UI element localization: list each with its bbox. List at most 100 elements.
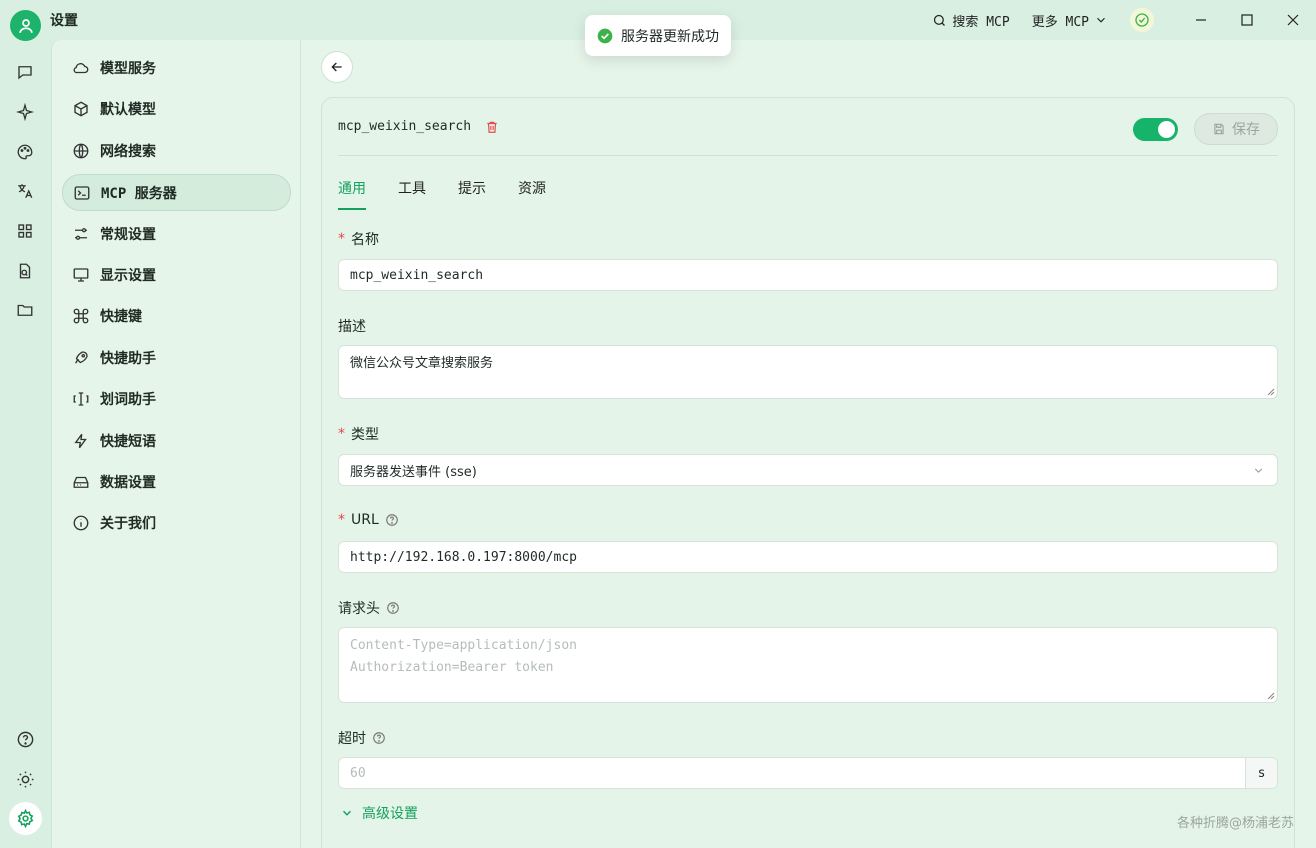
- translate-rail-button[interactable]: [13, 179, 37, 203]
- sidebar-item-label: 网络搜索: [100, 143, 156, 160]
- sidebar-item-general-settings[interactable]: 常规设置: [62, 215, 291, 252]
- window-title: 设置: [50, 13, 78, 29]
- search-mcp-button[interactable]: 搜索 MCP: [932, 11, 1010, 30]
- chevron-down-icon: [343, 810, 351, 816]
- timeout-help-button[interactable]: [372, 731, 386, 745]
- minimize-button[interactable]: [1178, 0, 1224, 40]
- gear-icon: [17, 809, 34, 828]
- maximize-icon: [1241, 14, 1253, 26]
- sparkle-icon: [16, 103, 34, 121]
- rocket-icon: [75, 350, 88, 363]
- sidebar-item-label: MCP 服务器: [101, 185, 177, 202]
- settings-rail-button[interactable]: [9, 802, 42, 835]
- cloud-icon: [73, 62, 89, 73]
- description-textarea[interactable]: 微信公众号文章搜索服务: [338, 345, 1278, 399]
- timeout-unit: s: [1245, 758, 1277, 788]
- assistant-rail-button[interactable]: [13, 100, 37, 124]
- zap-icon: [74, 433, 87, 448]
- sun-icon: [17, 771, 33, 787]
- check-circle-filled-icon: [597, 28, 613, 43]
- terminal-icon: [74, 185, 90, 200]
- advanced-settings-toggle[interactable]: 高级设置: [340, 803, 418, 823]
- sidebar-item-default-model[interactable]: 默认模型: [62, 90, 291, 127]
- type-label: * 类型: [338, 426, 379, 443]
- delete-server-button[interactable]: [485, 120, 499, 134]
- url-label: * URL: [338, 512, 399, 528]
- apps-rail-button[interactable]: [13, 219, 37, 243]
- sidebar-item-label: 关于我们: [100, 515, 156, 532]
- search-mcp-label: 搜索 MCP: [952, 14, 1010, 30]
- tab-tools[interactable]: 工具: [398, 178, 426, 210]
- headers-placeholder-line1: Content-Type=application/json: [350, 638, 577, 653]
- help-rail-button[interactable]: [13, 727, 37, 751]
- timeout-input[interactable]: 60 s: [338, 757, 1278, 789]
- settings-sidebar: 模型服务 默认模型 网络搜索 MCP 服务器 常规设置 显示设置 快捷键 快捷助…: [51, 40, 301, 848]
- server-name-title: mcp_weixin_search: [338, 119, 472, 134]
- resize-handle-icon[interactable]: [1267, 692, 1275, 700]
- sidebar-item-web-search[interactable]: 网络搜索: [62, 132, 291, 169]
- type-select[interactable]: 服务器发送事件 (sse): [338, 454, 1278, 486]
- sidebar-item-model-service[interactable]: 模型服务: [62, 49, 291, 86]
- main-panel: mcp_weixin_search 保存 通用 工具 提示 资源 * 名称 mc…: [301, 40, 1316, 848]
- sidebar-item-label: 快捷短语: [100, 433, 156, 450]
- help-circle-icon: [385, 514, 398, 526]
- headers-placeholder-line2: Authorization=Bearer token: [350, 660, 554, 675]
- user-avatar[interactable]: [10, 10, 41, 41]
- sidebar-item-mcp-servers[interactable]: MCP 服务器: [62, 174, 291, 211]
- watermark: 各种折腾@杨浦老苏: [1176, 816, 1294, 831]
- close-icon: [1287, 14, 1299, 26]
- tab-resources[interactable]: 资源: [518, 178, 546, 210]
- paint-rail-button[interactable]: [13, 140, 37, 164]
- help-circle-icon: [373, 732, 385, 744]
- headers-textarea[interactable]: Content-Type=application/json Authorizat…: [338, 627, 1278, 703]
- sidebar-item-data-settings[interactable]: 数据设置: [62, 463, 291, 500]
- back-button[interactable]: [321, 51, 353, 83]
- sidebar-item-label: 模型服务: [100, 60, 156, 77]
- theme-rail-button[interactable]: [13, 767, 37, 791]
- files-rail-button[interactable]: [13, 259, 37, 283]
- tab-prompts[interactable]: 提示: [458, 178, 486, 210]
- sidebar-item-quick-phrases[interactable]: 快捷短语: [62, 422, 291, 459]
- sidebar-item-quick-assistant[interactable]: 快捷助手: [62, 339, 291, 376]
- cube-icon: [74, 100, 88, 117]
- status-indicator[interactable]: [1130, 8, 1154, 32]
- card-header: mcp_weixin_search 保存: [338, 98, 1278, 156]
- save-icon: [1214, 123, 1224, 135]
- save-button[interactable]: 保存: [1194, 113, 1278, 145]
- server-enable-toggle[interactable]: [1133, 118, 1178, 141]
- chat-rail-button[interactable]: [13, 60, 37, 84]
- sidebar-item-selection-assistant[interactable]: 划词助手: [62, 380, 291, 417]
- required-mark: *: [338, 231, 345, 247]
- sidebar-item-label: 快捷助手: [100, 350, 156, 367]
- text-select-icon: [73, 391, 89, 406]
- maximize-button[interactable]: [1224, 0, 1270, 40]
- help-circle-icon: [387, 602, 399, 614]
- timeout-label: 超时: [338, 728, 386, 748]
- folder-rail-button[interactable]: [13, 298, 37, 322]
- grid-icon: [18, 224, 32, 238]
- headers-label: 请求头: [338, 598, 400, 618]
- tab-general[interactable]: 通用: [338, 178, 366, 210]
- sidebar-item-shortcuts[interactable]: 快捷键: [62, 297, 291, 334]
- command-icon: [73, 308, 89, 323]
- name-label: * 名称: [338, 231, 379, 248]
- sidebar-item-about[interactable]: 关于我们: [62, 504, 291, 541]
- arrow-left-icon: [331, 62, 342, 72]
- minimize-icon: [1196, 19, 1206, 21]
- sidebar-item-label: 快捷键: [100, 308, 142, 325]
- globe-icon: [73, 143, 89, 158]
- name-input[interactable]: mcp_weixin_search: [338, 259, 1278, 291]
- url-help-button[interactable]: [385, 513, 399, 527]
- sliders-icon: [75, 227, 87, 240]
- headers-help-button[interactable]: [386, 601, 400, 615]
- resize-handle-icon[interactable]: [1267, 388, 1275, 396]
- more-mcp-button[interactable]: 更多 MCP: [1032, 11, 1108, 30]
- toast-message: 服务器更新成功: [621, 28, 719, 45]
- chevron-down-icon: [1254, 468, 1263, 473]
- file-search-icon: [19, 263, 31, 279]
- sidebar-item-display-settings[interactable]: 显示设置: [62, 256, 291, 293]
- advanced-settings-label: 高级设置: [362, 806, 418, 822]
- close-button[interactable]: [1270, 0, 1316, 40]
- monitor-icon: [73, 267, 89, 282]
- url-input[interactable]: http://192.168.0.197:8000/mcp: [338, 541, 1278, 573]
